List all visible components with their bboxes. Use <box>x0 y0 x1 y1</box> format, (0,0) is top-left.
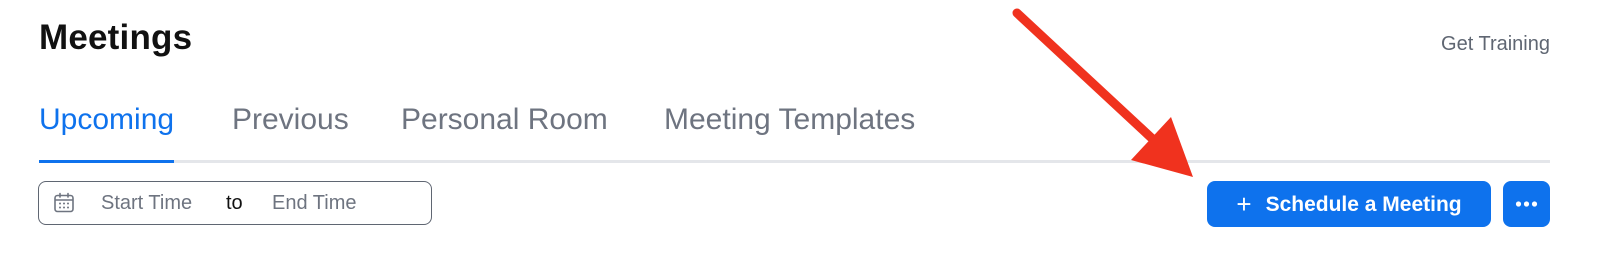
schedule-meeting-button[interactable]: + Schedule a Meeting <box>1207 181 1491 227</box>
more-options-button[interactable] <box>1503 181 1550 227</box>
get-training-link[interactable]: Get Training <box>1441 33 1550 56</box>
page-title: Meetings <box>39 18 193 57</box>
ellipsis-icon <box>1503 201 1550 230</box>
date-range-separator: to <box>226 192 243 214</box>
tab-personal-room[interactable]: Personal Room <box>401 103 608 160</box>
schedule-meeting-label: Schedule a Meeting <box>1265 192 1462 216</box>
meetings-page: Meetings Get Training Upcoming Previous … <box>0 0 1600 261</box>
tab-meeting-templates[interactable]: Meeting Templates <box>664 103 915 160</box>
meeting-tabs: Upcoming Previous Personal Room Meeting … <box>39 103 1550 163</box>
end-time-field[interactable]: End Time <box>272 192 356 215</box>
start-time-field[interactable]: Start Time <box>101 192 192 215</box>
plus-icon: + <box>1236 188 1252 219</box>
tab-previous[interactable]: Previous <box>232 103 349 160</box>
calendar-icon <box>53 192 75 214</box>
date-range-picker[interactable]: Start Time to End Time <box>38 181 432 225</box>
tab-upcoming[interactable]: Upcoming <box>39 103 175 163</box>
